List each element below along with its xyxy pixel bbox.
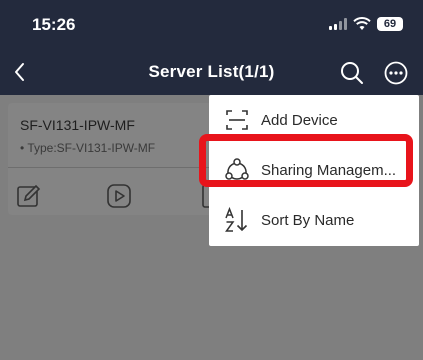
play-icon[interactable] [106,183,132,209]
status-icons: 69 [329,17,403,31]
device-type: • Type:SF-VI131-IPW-MF [20,141,156,155]
menu-label-sort-by-name: Sort By Name [261,211,355,229]
status-time: 15:26 [32,15,76,34]
battery-indicator: 69 [377,17,403,31]
edit-icon[interactable] [16,183,42,209]
cellular-signal-icon [329,18,347,30]
status-bar: 15:26 69 [0,0,423,50]
menu-label-add-device: Add Device [261,111,338,129]
search-icon[interactable] [338,59,366,87]
nav-bar: Server List(1/1) [0,50,423,95]
device-name: SF-VI131-IPW-MF [20,117,135,133]
more-options-icon[interactable] [382,59,410,87]
highlight-annotation [199,134,413,187]
sort-az-icon [225,206,248,232]
add-device-icon [226,110,248,130]
wifi-icon [353,17,371,30]
menu-item-sort-by-name[interactable]: Sort By Name [209,195,419,245]
